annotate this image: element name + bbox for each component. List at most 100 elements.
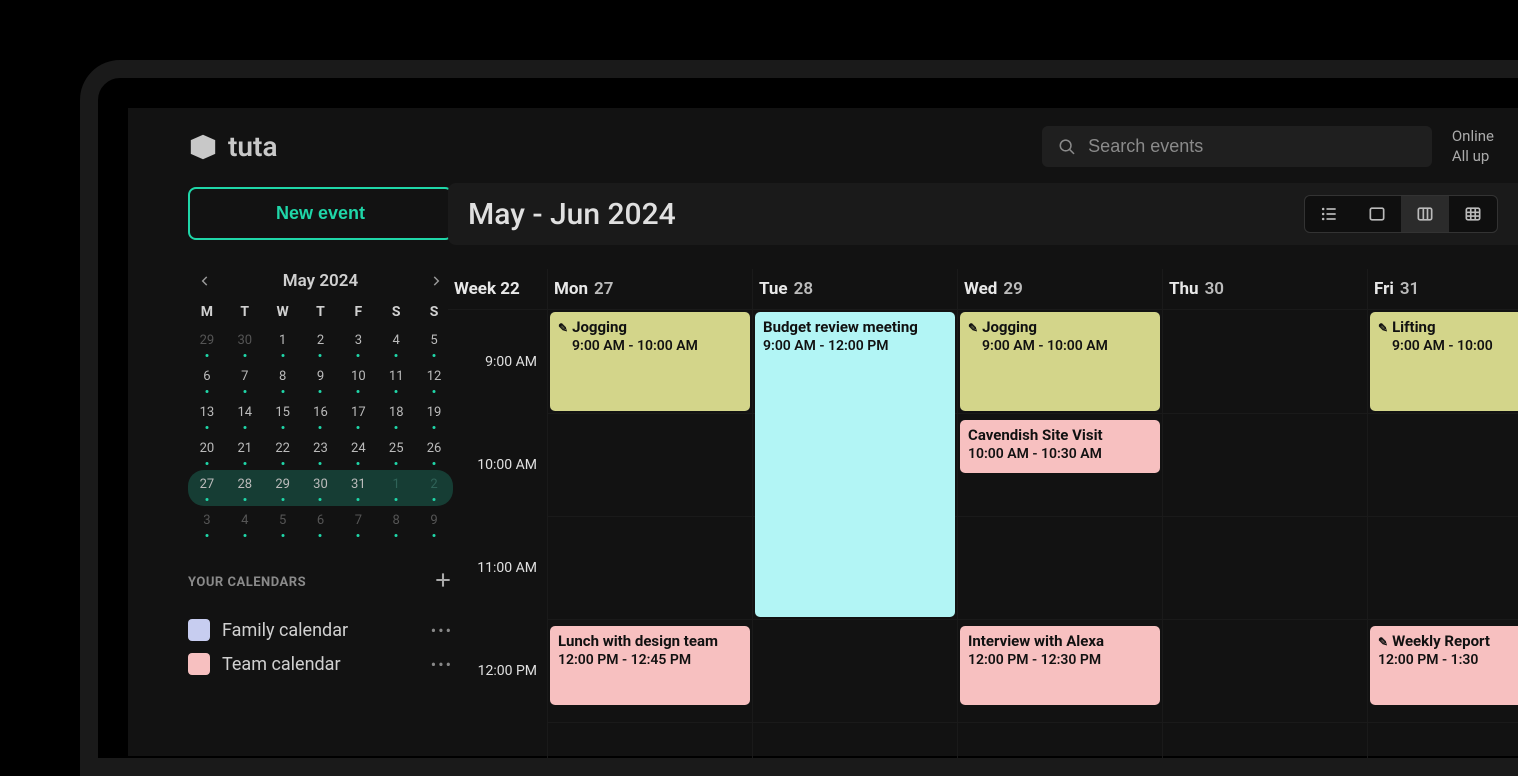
search-box[interactable] [1042, 126, 1432, 167]
calendar-event[interactable]: ✎Lifting9:00 AM - 10:00 [1370, 312, 1518, 411]
calendar-event[interactable]: ✎Jogging9:00 AM - 10:00 AM [550, 312, 750, 411]
view-month-button[interactable] [1449, 196, 1497, 232]
view-agenda-button[interactable] [1305, 196, 1353, 232]
week-grid: Week 22Mon27Tue28Wed29Thu30Fri319:00 AM1… [448, 269, 1518, 762]
calendar-event[interactable]: Cavendish Site Visit10:00 AM - 10:30 AM [960, 420, 1160, 473]
mini-calendar-day[interactable]: 6 [188, 362, 226, 398]
mini-dow: M [188, 298, 226, 326]
mini-calendar-day[interactable]: 4 [377, 326, 415, 362]
mini-calendar-day[interactable]: 5 [264, 506, 302, 542]
brand-name: tuta [228, 130, 277, 163]
day-column[interactable] [1163, 310, 1368, 762]
day-column[interactable]: Budget review meeting9:00 AM - 12:00 PM [753, 310, 958, 762]
mini-calendar-day[interactable]: 28 [226, 470, 264, 506]
your-calendars-label: YOUR CALENDARS [188, 575, 306, 590]
status-line-1: Online [1452, 127, 1494, 147]
sidebar: New event May 2024 MTWTFSS29301234567891… [128, 183, 428, 756]
calendar-event[interactable]: ✎Jogging9:00 AM - 10:00 AM [960, 312, 1160, 411]
calendar-swatch [188, 619, 210, 641]
mini-calendar-day[interactable]: 27 [188, 470, 226, 506]
mini-calendar-day[interactable]: 30 [226, 326, 264, 362]
logo-icon [188, 132, 218, 162]
mini-calendar-day[interactable]: 9 [302, 362, 340, 398]
mini-calendar-day[interactable]: 22 [264, 434, 302, 470]
calendar-event[interactable]: Lunch with design team12:00 PM - 12:45 P… [550, 626, 750, 704]
week-label: Week 22 [448, 269, 548, 310]
calendar-item[interactable]: Family calendar••• [188, 613, 453, 647]
mini-calendar-day[interactable]: 14 [226, 398, 264, 434]
time-label: 10:00 AM [477, 457, 537, 473]
mini-calendar-day[interactable]: 18 [377, 398, 415, 434]
view-day-button[interactable] [1353, 196, 1401, 232]
mini-dow: S [377, 298, 415, 326]
grid-icon [1463, 204, 1483, 224]
mini-calendar-day[interactable]: 1 [377, 470, 415, 506]
view-week-button[interactable] [1401, 196, 1449, 232]
top-bar: tuta Online All up [128, 108, 1518, 183]
day-header: Mon27 [548, 269, 753, 310]
calendar-event[interactable]: Interview with Alexa12:00 PM - 12:30 PM [960, 626, 1160, 704]
mini-calendar-day[interactable]: 30 [302, 470, 340, 506]
view-toggle [1304, 195, 1498, 233]
pencil-icon: ✎ [1378, 321, 1388, 335]
calendar-swatch [188, 653, 210, 675]
date-range-title: May - Jun 2024 [468, 197, 1304, 232]
mini-calendar-day[interactable]: 29 [264, 470, 302, 506]
calendar-event[interactable]: Budget review meeting9:00 AM - 12:00 PM [755, 312, 955, 617]
calendar-event[interactable]: ✎Weekly Report12:00 PM - 1:30 [1370, 626, 1518, 704]
mini-calendar-day[interactable]: 3 [339, 326, 377, 362]
mini-calendar-day[interactable]: 2 [302, 326, 340, 362]
day-icon [1367, 204, 1387, 224]
pencil-icon: ✎ [558, 321, 568, 335]
mini-calendar-day[interactable]: 20 [188, 434, 226, 470]
time-label: 12:00 PM [478, 663, 537, 679]
app-window: tuta Online All up New event May 2024 [128, 108, 1518, 756]
search-input[interactable] [1088, 136, 1416, 157]
prev-month-button[interactable] [194, 270, 216, 292]
day-header: Tue28 [753, 269, 958, 310]
content-header: May - Jun 2024 [448, 183, 1518, 245]
mini-calendar-day[interactable]: 7 [226, 362, 264, 398]
mini-calendar-day[interactable]: 8 [377, 506, 415, 542]
mini-calendar-day[interactable]: 10 [339, 362, 377, 398]
new-event-button[interactable]: New event [188, 187, 453, 240]
pencil-icon: ✎ [1378, 635, 1388, 649]
mini-calendar-day[interactable]: 23 [302, 434, 340, 470]
mini-calendar-day[interactable]: 15 [264, 398, 302, 434]
calendar-label: Team calendar [222, 654, 419, 675]
mini-calendar-day[interactable]: 16 [302, 398, 340, 434]
search-icon [1058, 137, 1076, 157]
mini-dow: F [339, 298, 377, 326]
time-label: 9:00 AM [485, 354, 537, 370]
calendar-item[interactable]: Team calendar••• [188, 647, 453, 681]
mini-calendar-day[interactable]: 29 [188, 326, 226, 362]
status-block: Online All up [1452, 127, 1494, 166]
mini-calendar-day[interactable]: 6 [302, 506, 340, 542]
time-column: 9:00 AM10:00 AM11:00 AM12:00 PM [448, 310, 548, 762]
mini-calendar-day[interactable]: 13 [188, 398, 226, 434]
mini-calendar-day[interactable]: 11 [377, 362, 415, 398]
your-calendars-header: YOUR CALENDARS [188, 570, 453, 595]
mini-calendar-header: May 2024 [188, 270, 453, 292]
day-column[interactable]: ✎Jogging9:00 AM - 10:00 AM Cavendish Site… [958, 310, 1163, 762]
status-line-2: All up [1452, 147, 1494, 167]
calendar-label: Family calendar [222, 620, 419, 641]
mini-calendar-day[interactable]: 8 [264, 362, 302, 398]
content: May - Jun 2024 Week 22Mon27T [428, 183, 1518, 756]
mini-calendar-day[interactable]: 25 [377, 434, 415, 470]
mini-calendar-title: May 2024 [283, 271, 358, 291]
day-column[interactable]: ✎Jogging9:00 AM - 10:00 AM Lunch with des… [548, 310, 753, 762]
list-icon [1319, 204, 1339, 224]
mini-calendar-day[interactable]: 24 [339, 434, 377, 470]
mini-calendar-grid: MTWTFSS293012345678910111213141516171819… [188, 298, 453, 542]
mini-calendar-day[interactable]: 31 [339, 470, 377, 506]
mini-dow: T [226, 298, 264, 326]
mini-calendar-day[interactable]: 3 [188, 506, 226, 542]
mini-calendar-day[interactable]: 4 [226, 506, 264, 542]
mini-calendar-day[interactable]: 7 [339, 506, 377, 542]
mini-calendar-day[interactable]: 21 [226, 434, 264, 470]
mini-calendar-day[interactable]: 1 [264, 326, 302, 362]
day-column[interactable]: ✎Lifting9:00 AM - 10:00 ✎Weekly Report12:… [1368, 310, 1518, 762]
mini-calendar-day[interactable]: 17 [339, 398, 377, 434]
day-header: Wed29 [958, 269, 1163, 310]
